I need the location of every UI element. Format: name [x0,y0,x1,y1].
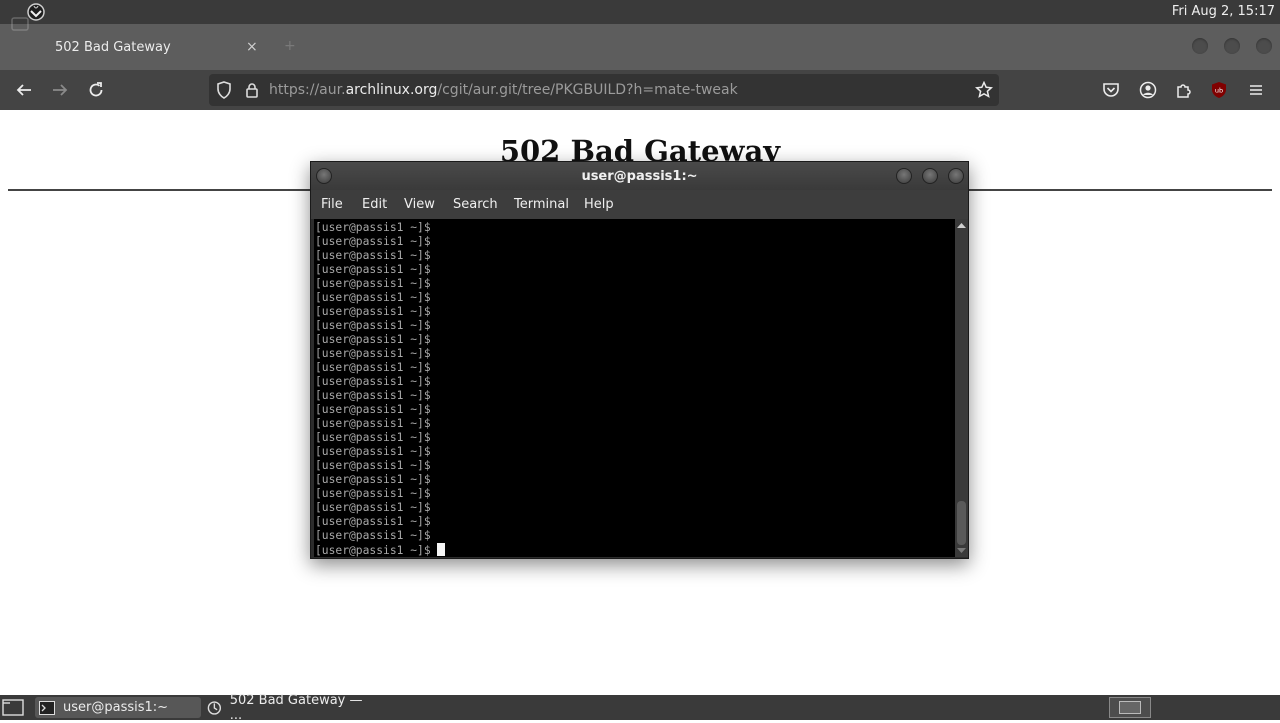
tab-close-icon[interactable]: × [246,39,258,55]
ublock-badge: ub [1215,87,1223,95]
show-desktop-icon[interactable] [2,699,24,716]
scrollbar-thumb[interactable] [957,501,966,545]
forward-icon[interactable] [48,78,72,102]
account-icon[interactable] [1136,78,1160,102]
url-prefix: https://aur. [269,82,346,98]
terminal-prompt-line: [user@passis1 ~]$ [315,473,438,486]
scroll-up-arrow-icon[interactable] [957,222,966,229]
terminal-prompt-line: [user@passis1 ~]$ [315,529,438,542]
window-minimize-button[interactable] [1192,38,1208,54]
bookmark-star-icon[interactable] [972,78,996,102]
terminal-lines: [user@passis1 ~]$ [user@passis1 ~]$ [use… [315,221,446,557]
taskbar-item-terminal[interactable]: user@passis1:~ [35,697,201,718]
terminal-cursor [437,543,446,556]
browser-app-icon [207,700,222,715]
menu-edit[interactable]: Edit [362,197,387,212]
tab-list-icon[interactable] [8,12,32,36]
reload-icon[interactable] [84,78,108,102]
new-tab-icon[interactable]: + [284,38,296,54]
terminal-app-icon [39,700,55,715]
menu-help[interactable]: Help [584,197,614,212]
terminal-prompt-line: [user@passis1 ~]$ [315,235,438,248]
terminal-prompt-line: [user@passis1 ~]$ [315,291,438,304]
terminal-menubar: File Edit View Search Terminal Help [311,190,968,219]
menu-view[interactable]: View [404,197,435,212]
taskbar-item-label: user@passis1:~ [63,700,169,715]
terminal-prompt-line: [user@passis1 ~]$ [315,515,438,528]
taskbar: user@passis1:~ 502 Bad Gateway — ... [0,693,1280,723]
terminal-minimize-button[interactable] [896,168,912,184]
back-icon[interactable] [12,78,36,102]
workspace-switcher[interactable] [1109,697,1151,718]
window-close-button[interactable] [1256,38,1272,54]
terminal-prompt-line: [user@passis1 ~]$ [315,221,438,234]
terminal-prompt-line: [user@passis1 ~]$ [315,389,438,402]
terminal-scrollbar[interactable] [955,219,968,557]
menu-terminal[interactable]: Terminal [514,197,569,212]
terminal-prompt-line: [user@passis1 ~]$ [315,305,438,318]
terminal-prompt-line: [user@passis1 ~]$ [315,487,438,500]
terminal-prompt-line: [user@passis1 ~]$ [315,319,438,332]
workspace-preview [1119,701,1141,714]
terminal-prompt-line: [user@passis1 ~]$ [315,361,438,374]
pocket-icon[interactable] [1099,78,1123,102]
top-panel: Fri Aug 2, 15:17 [0,0,1280,24]
terminal-close-button[interactable] [948,168,964,184]
terminal-window[interactable]: user@passis1:~ File Edit View Search Ter… [310,161,969,559]
extensions-icon[interactable] [1172,78,1196,102]
terminal-prompt-line: [user@passis1 ~]$ [315,543,446,557]
scroll-down-arrow-icon[interactable] [957,547,966,554]
terminal-prompt-line: [user@passis1 ~]$ [315,347,438,360]
terminal-titlebar[interactable]: user@passis1:~ [311,162,968,190]
hamburger-menu-icon[interactable] [1244,78,1268,102]
tab-title: 502 Bad Gateway [55,40,171,55]
terminal-prompt-line: [user@passis1 ~]$ [315,249,438,262]
terminal-prompt-line: [user@passis1 ~]$ [315,417,438,430]
clock[interactable]: Fri Aug 2, 15:17 [1172,4,1275,19]
lock-icon[interactable] [240,78,264,102]
url-domain: archlinux.org [345,82,438,98]
terminal-title: user@passis1:~ [581,169,698,184]
terminal-prompt-line: [user@passis1 ~]$ [315,277,438,290]
shield-icon[interactable] [212,78,236,102]
terminal-prompt-line: [user@passis1 ~]$ [315,431,438,444]
terminal-prompt-line: [user@passis1 ~]$ [315,459,438,472]
terminal-prompt-line: [user@passis1 ~]$ [315,333,438,346]
url-text[interactable]: https://aur.archlinux.org/cgit/aur.git/t… [269,82,738,98]
taskbar-item-browser[interactable]: 502 Bad Gateway — ... [203,693,367,723]
url-path: /cgit/aur.git/tree/PKGBUILD?h=mate-tweak [437,82,738,98]
menu-search[interactable]: Search [453,197,498,212]
terminal-prompt-line: [user@passis1 ~]$ [315,375,438,388]
terminal-prompt-line: [user@passis1 ~]$ [315,445,438,458]
terminal-maximize-button[interactable] [922,168,938,184]
menu-file[interactable]: File [321,197,343,212]
terminal-output[interactable]: [user@passis1 ~]$ [user@passis1 ~]$ [use… [314,219,955,557]
terminal-prompt-line: [user@passis1 ~]$ [315,403,438,416]
terminal-prompt-line: [user@passis1 ~]$ [315,501,438,514]
ublock-icon[interactable]: ub [1207,78,1231,102]
window-maximize-button[interactable] [1224,38,1240,54]
taskbar-item-label: 502 Bad Gateway — ... [229,692,363,723]
terminal-prompt-line: [user@passis1 ~]$ [315,263,438,276]
